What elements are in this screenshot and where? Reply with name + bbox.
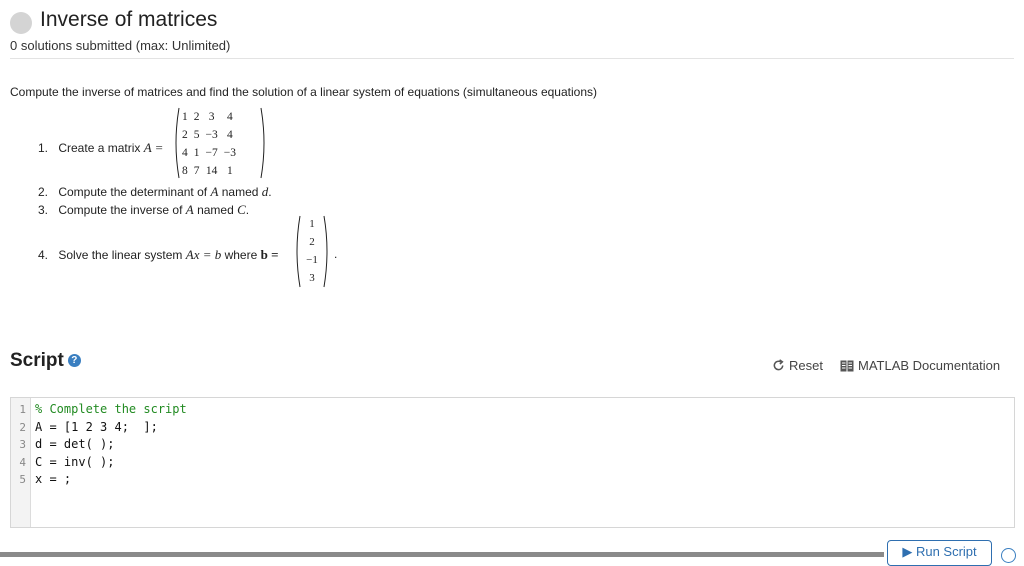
- help-icon[interactable]: ?: [67, 354, 81, 368]
- step-3: 3. Compute the inverse of A named C.: [38, 202, 250, 217]
- problem-intro: Compute the inverse of matrices and find…: [10, 85, 597, 99]
- code-editor[interactable]: 1 2 3 4 5 % Complete the script A = [1 2…: [10, 397, 1015, 528]
- line-number: 3: [19, 438, 26, 451]
- run-script-button[interactable]: ▶ Run Script: [887, 540, 992, 566]
- header-divider: [10, 58, 1014, 59]
- reset-icon: [773, 359, 784, 371]
- reset-button[interactable]: Reset: [772, 358, 823, 373]
- code-line[interactable]: A = [1 2 3 4; ];: [35, 420, 158, 434]
- page-title: Inverse of matrices: [40, 8, 218, 31]
- vector-b-entries: 1 2 −1 3: [306, 218, 318, 284]
- status-indicator-icon: [10, 12, 32, 34]
- step-4-end: .: [334, 247, 338, 261]
- submission-status: 0 solutions submitted (max: Unlimited): [10, 38, 231, 53]
- run-help-icon[interactable]: [1001, 548, 1016, 563]
- line-number-gutter: 1 2 3 4 5: [11, 398, 31, 527]
- matrix-a: 12 34 25 −3 4 41 −7 −3 87 14 1: [172, 106, 267, 180]
- script-heading: Script?: [10, 350, 81, 372]
- matrix-a-entries: 12 34 25 −3 4 41 −7 −3 87 14 1: [182, 111, 236, 177]
- line-number: 1: [19, 403, 26, 416]
- step-4: 4. Solve the linear system Ax = b where …: [38, 247, 279, 262]
- code-line[interactable]: x = ;: [35, 472, 71, 486]
- step-2: 2. Compute the determinant of A named d.: [38, 184, 272, 199]
- matlab-documentation-link[interactable]: MATLAB Documentation: [840, 358, 1000, 373]
- code-line[interactable]: % Complete the script: [35, 402, 187, 416]
- code-line[interactable]: C = inv( );: [35, 455, 114, 469]
- line-number: 4: [19, 455, 26, 469]
- code-line[interactable]: d = det( );: [35, 437, 114, 451]
- line-number: 5: [19, 473, 26, 486]
- vector-b: 1 2 −1 3: [294, 214, 330, 289]
- book-icon: [840, 360, 854, 372]
- step-1: 1. Create a matrix A =: [38, 140, 164, 155]
- line-number: 2: [19, 420, 26, 434]
- progress-bar: [0, 552, 884, 557]
